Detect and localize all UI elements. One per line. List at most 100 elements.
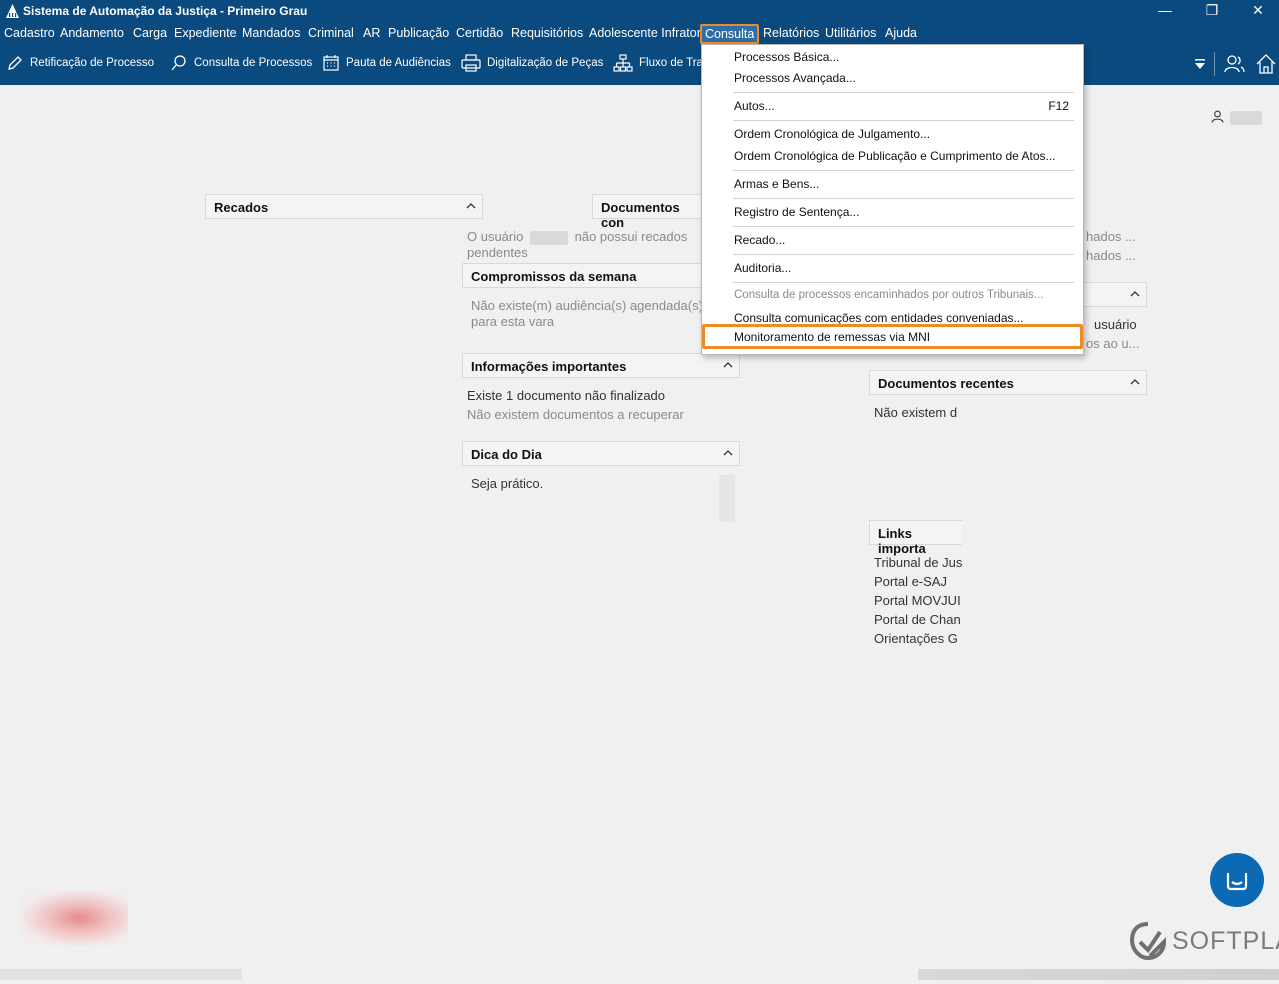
panel-title: Recados [214,200,269,215]
menu-cadastro[interactable]: Cadastro [4,26,55,40]
softplan-mark-icon [1130,922,1166,960]
user-name-redacted [1230,111,1262,125]
menu-carga[interactable]: Carga [133,26,167,40]
dica-panel-header[interactable]: Dica do Dia [462,441,740,466]
menu-relatorios[interactable]: Relatórios [763,26,819,40]
link-item[interactable]: Orientações G [874,631,958,646]
menu-item-recado[interactable]: Recado... [734,233,785,247]
menu-item-processos-avancada[interactable]: Processos Avançada... [734,71,856,85]
chevron-up-icon[interactable] [1130,377,1140,387]
chat-icon [1226,873,1248,891]
toolbar-digitalizacao-button[interactable]: Digitalização de Peças [461,54,603,72]
app-logo-icon [6,4,19,18]
menu-requisitorios[interactable]: Requisitórios [511,26,583,40]
menu-separator [733,198,1074,199]
dica-scrollbar[interactable] [719,475,735,522]
redacted-username [530,230,568,245]
blurred-logo [20,890,128,946]
menu-expediente[interactable]: Expediente [174,26,237,40]
softplan-wordmark: SOFTPLAN [1172,926,1279,955]
menu-adolescente-infrator[interactable]: Adolescente Infrator [589,26,701,40]
chevron-up-icon[interactable] [723,360,733,370]
chevron-up-icon[interactable] [466,201,476,211]
minimize-button[interactable]: — [1142,0,1188,23]
fragment-text: hados ... [1086,248,1136,263]
menu-item-processos-outros-tribunais: Consulta de processos encaminhados por o… [734,289,1044,301]
toolbar-pauta-button[interactable]: Pauta de Audiências [322,54,451,72]
recados-panel-header[interactable]: Recados [205,194,483,219]
menu-item-auditoria[interactable]: Auditoria... [734,261,791,275]
menu-separator [733,120,1074,121]
recados-empty-text-line2: pendentes [467,245,528,260]
informacoes-recuperar-text: Não existem documentos a recuperar [467,407,684,422]
menu-item-processos-basica[interactable]: Processos Básica... [734,50,839,64]
links-panel-header[interactable]: Links importa [869,520,962,556]
menu-separator [733,282,1074,283]
recados-empty-prefix: O usuário [467,229,524,244]
compromissos-panel-header[interactable]: Compromissos da semana [462,263,712,288]
toolbar-label: Pauta de Audiências [346,57,451,69]
panel-title: Links importa [878,526,926,556]
menu-utilitarios[interactable]: Utilitários [825,26,876,40]
menu-item-ordem-julgamento[interactable]: Ordem Cronológica de Julgamento... [734,127,930,141]
link-item[interactable]: Portal e-SAJ [874,574,947,589]
toolbar-label: Retificação de Processo [30,57,155,69]
link-item[interactable]: Portal de Chan [874,612,961,627]
menu-item-ordem-publicacao[interactable]: Ordem Cronológica de Publicação e Cumpri… [734,149,1056,163]
menu-item-registro-sentenca[interactable]: Registro de Sentença... [734,205,859,219]
toolbar-fluxo-button[interactable]: Fluxo de Trab [613,54,709,72]
chevron-up-icon[interactable] [1130,289,1140,299]
menu-item-comunicacoes-entidades[interactable]: Consulta comunicações com entidades conv… [734,311,1024,325]
menu-item-autos-shortcut: F12 [1048,99,1069,113]
menu-criminal[interactable]: Criminal [308,26,354,40]
informacoes-documento-link[interactable]: Existe 1 documento não finalizado [467,388,665,403]
menu-separator [733,170,1074,171]
toolbar-divider [1214,52,1215,76]
toolbar-more-icon[interactable] [1193,57,1207,71]
consulta-dropdown-menu: Processos Básica... Processos Avançada..… [701,44,1084,355]
menu-item-autos[interactable]: Autos... [734,99,775,113]
menu-certidao[interactable]: Certidão [456,26,503,40]
recados-empty-text: O usuário não possui recados [467,229,687,245]
menu-mandados[interactable]: Mandados [242,26,300,40]
edit-icon [8,56,22,70]
status-bar-left [0,969,242,980]
close-button[interactable]: ✕ [1235,0,1279,23]
menu-publicacao[interactable]: Publicação [388,26,449,40]
menu-item-armas-bens[interactable]: Armas e Bens... [734,177,819,191]
calendar-icon [323,55,339,71]
title-bar: Sistema de Automação da Justiça - Primei… [0,0,1279,23]
menu-item-highlight [702,324,1083,349]
documentos-recentes-panel-header[interactable]: Documentos recentes [869,370,1147,395]
right-panel-header[interactable] [1084,282,1147,307]
menu-ar[interactable]: AR [363,26,380,40]
fragment-text: usuário [1094,317,1137,332]
users-icon[interactable] [1224,53,1246,75]
toolbar-retificacao-button[interactable]: Retificação de Processo [6,54,154,72]
panel-title: Compromissos da semana [471,269,637,284]
user-icon [1211,110,1224,123]
toolbar: Retificação de Processo Consulta de Proc… [0,44,1279,85]
recados-empty-suffix: não possui recados [574,229,688,244]
dica-text: Seja prático. [471,476,544,491]
chevron-up-icon[interactable] [723,448,733,458]
toolbar-label: Fluxo de Trab [639,57,710,69]
menu-consulta[interactable]: Consulta [700,24,760,44]
menu-ajuda[interactable]: Ajuda [885,26,917,40]
link-item[interactable]: Portal MOVJUI [874,593,961,608]
link-item[interactable]: Tribunal de Jus [874,555,962,570]
softplan-logo: SOFTPLAN [1130,922,1279,960]
toolbar-consulta-processos-button[interactable]: Consulta de Processos [170,54,312,72]
window-title: Sistema de Automação da Justiça - Primei… [23,4,308,18]
panel-title: Documentos recentes [878,376,1014,391]
restore-button[interactable]: ❐ [1189,0,1235,23]
chat-button[interactable] [1210,853,1264,907]
compromissos-text: Não existe(m) audiência(s) agendada(s) [471,298,703,313]
flow-icon [613,54,633,72]
informacoes-panel-header[interactable]: Informações importantes [462,353,740,378]
menu-andamento[interactable]: Andamento [60,26,124,40]
home-icon[interactable] [1255,53,1277,75]
menu-bar: Cadastro Andamento Carga Expediente Mand… [0,23,1279,44]
menu-separator [733,254,1074,255]
documentos-panel-header[interactable]: Documentos con [592,194,712,230]
